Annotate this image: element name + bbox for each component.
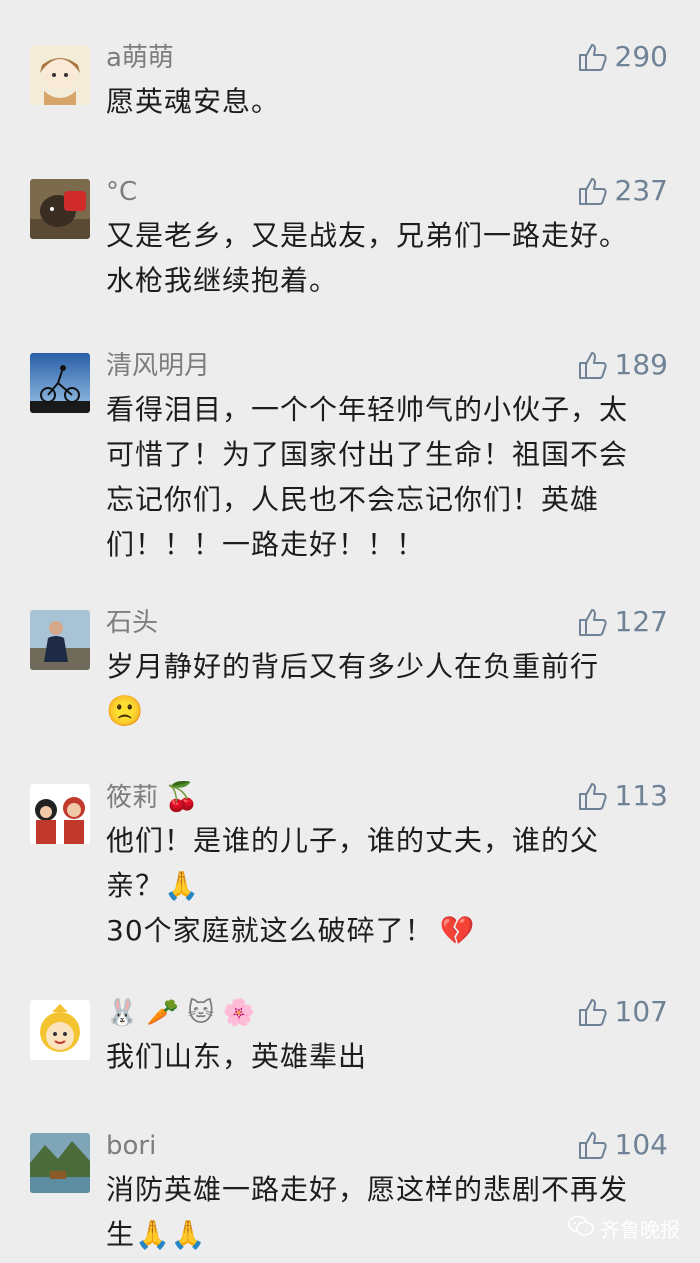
username[interactable]: 石头 — [106, 606, 158, 640]
username[interactable]: bori — [106, 1129, 156, 1163]
comment-text: 岁月静好的背后又有多少人在负重前行 🙁 — [106, 650, 600, 729]
like-button[interactable]: 113 — [577, 778, 668, 814]
comment-text: 他们！是谁的儿子，谁的丈夫，谁的父亲？🙏 30个家庭就这么破碎了！ 💔 — [106, 824, 600, 947]
avatar[interactable] — [30, 610, 90, 670]
comment-text: 看得泪目，一个个年轻帅气的小伙子，太可惜了！为了国家付出了生命！祖国不会忘记你们… — [106, 393, 629, 561]
avatar[interactable] — [30, 784, 90, 844]
avatar[interactable] — [30, 1133, 90, 1193]
like-count: 107 — [614, 995, 668, 1028]
avatar[interactable] — [30, 1000, 90, 1060]
like-count: 127 — [614, 605, 668, 638]
like-button[interactable]: 107 — [577, 994, 668, 1030]
like-count: 104 — [614, 1128, 668, 1161]
comment-text: 又是老乡，又是战友，兄弟们一路走好。水枪我继续抱着。 — [106, 219, 629, 297]
watermark: 齐鲁晚报 — [568, 1214, 680, 1243]
comment-text: 我们山东，英雄辈出 — [106, 1040, 368, 1073]
comment-text: 愿英魂安息。 — [106, 85, 281, 118]
watermark-text: 齐鲁晚报 — [600, 1218, 680, 1242]
cherries-emoji: 🍒 — [164, 780, 199, 813]
avatar[interactable] — [30, 45, 90, 105]
thumbs-up-icon — [577, 175, 609, 207]
thumbs-up-icon — [577, 996, 609, 1028]
wechat-icon — [568, 1215, 594, 1242]
username[interactable]: 清风明月 — [106, 349, 210, 383]
thumbs-up-icon — [577, 349, 609, 381]
like-button[interactable]: 127 — [577, 604, 668, 640]
thumbs-up-icon — [577, 1129, 609, 1161]
like-count: 113 — [614, 779, 668, 812]
praying-hands-emoji: 🙏🙏 — [135, 1218, 207, 1251]
like-count: 237 — [614, 174, 668, 207]
username[interactable]: a萌萌 — [106, 41, 174, 75]
thumbs-up-icon — [577, 41, 609, 73]
praying-hands-emoji: 🙏 — [164, 869, 200, 902]
username[interactable]: °C — [106, 175, 137, 209]
like-button[interactable]: 189 — [577, 347, 668, 383]
like-count: 189 — [614, 348, 668, 381]
sad-face-emoji: 🙁 — [106, 694, 145, 729]
username[interactable]: 筱莉 🍒 — [106, 780, 199, 815]
thumbs-up-icon — [577, 606, 609, 638]
like-button[interactable]: 104 — [577, 1127, 668, 1163]
avatar[interactable] — [30, 353, 90, 413]
broken-heart-emoji: 💔 — [439, 914, 476, 947]
avatar[interactable] — [30, 179, 90, 239]
like-button[interactable]: 237 — [577, 173, 668, 209]
like-button[interactable]: 290 — [577, 39, 668, 75]
thumbs-up-icon — [577, 780, 609, 812]
comment-text: 消防英雄一路走好，愿这样的悲剧不再发生🙏🙏 — [106, 1173, 629, 1251]
username[interactable]: 🐰 🥕 🐱 🌸 — [106, 996, 255, 1030]
like-count: 290 — [614, 40, 668, 73]
